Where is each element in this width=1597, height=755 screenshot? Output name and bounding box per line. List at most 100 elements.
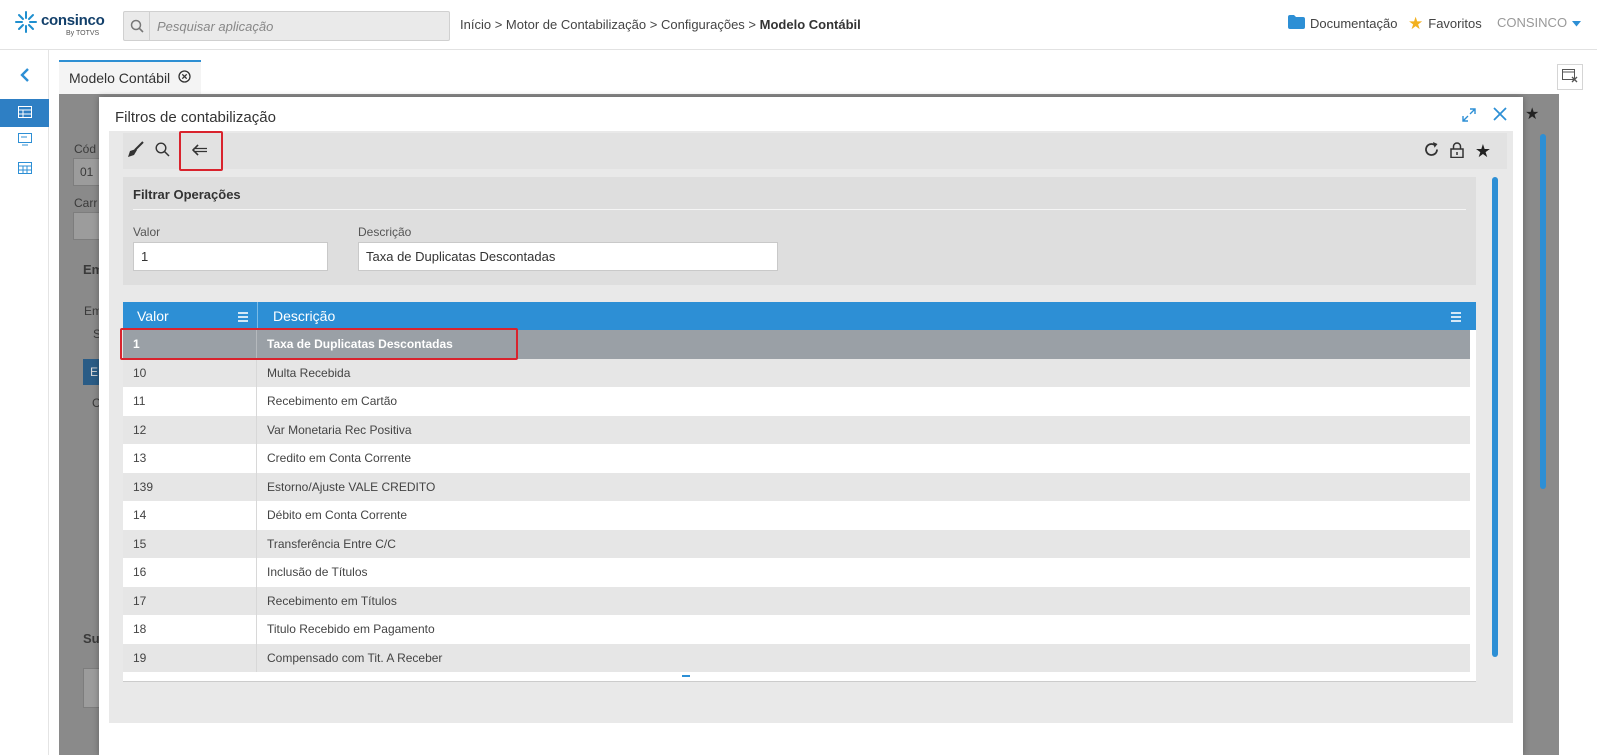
bg-label: 01: [80, 165, 94, 179]
collapse-sidebar-button[interactable]: [0, 62, 49, 90]
table-icon: [17, 105, 32, 121]
star-icon: ★: [1474, 141, 1492, 161]
horizontal-scroll-indicator[interactable]: [682, 675, 690, 677]
table-row[interactable]: 13 Credito em Conta Corrente: [123, 444, 1470, 473]
page-scrollbar[interactable]: [1540, 134, 1546, 489]
grid-icon: [17, 161, 32, 177]
bg-label: Su: [83, 631, 100, 646]
broom-icon: [127, 141, 144, 161]
breadcrumb-current: Modelo Contábil: [759, 17, 861, 32]
clear-filter-button[interactable]: [123, 139, 147, 163]
menu-icon[interactable]: [1450, 310, 1462, 322]
search-icon[interactable]: [124, 12, 150, 40]
sidebar-item-grid[interactable]: [0, 155, 49, 183]
logo-text: consinco: [41, 12, 105, 29]
expand-icon[interactable]: [1461, 107, 1477, 126]
user-menu[interactable]: CONSINCO: [1497, 15, 1582, 30]
menu-icon[interactable]: [237, 310, 249, 322]
documentation-link[interactable]: Documentação: [1288, 15, 1397, 32]
left-sidebar: [0, 50, 49, 755]
cell-descricao: Titulo Recebido em Pagamento: [267, 622, 435, 637]
sidebar-item-monitor[interactable]: [0, 127, 49, 155]
modal-scrollbar[interactable]: [1492, 177, 1498, 657]
monitor-icon: [17, 133, 32, 149]
close-circle-icon[interactable]: [178, 70, 191, 86]
table-row[interactable]: 10 Multa Recebida: [123, 358, 1470, 387]
favorite-button[interactable]: ★: [1471, 139, 1495, 163]
lock-icon: [1450, 141, 1464, 161]
favorites-link[interactable]: ★ Favoritos: [1408, 15, 1482, 32]
search-button[interactable]: [150, 139, 174, 163]
bg-star-icon: ★: [1525, 106, 1540, 123]
cell-descricao: Multa Recebida: [267, 365, 351, 380]
table-row[interactable]: 14 Débito em Conta Corrente: [123, 501, 1470, 530]
cell-valor: 19: [123, 643, 257, 672]
cell-descricao: Credito em Conta Corrente: [267, 451, 412, 466]
cell-valor: 12: [123, 415, 257, 444]
breadcrumb-separator: >: [494, 17, 503, 32]
table-row[interactable]: 11 Recebimento em Cartão: [123, 387, 1470, 416]
cell-descricao: Estorno/Ajuste VALE CREDITO: [267, 479, 436, 494]
refresh-button[interactable]: [1419, 139, 1443, 163]
highlight-back-button: [179, 131, 223, 171]
cell-valor: 17: [123, 586, 257, 615]
star-icon: ★: [1408, 14, 1424, 33]
modal-actions: [1461, 107, 1507, 126]
search-icon: [154, 142, 170, 160]
breadcrumb-item-motor[interactable]: Motor de Contabilização: [506, 17, 646, 32]
table-row[interactable]: 18 Titulo Recebido em Pagamento: [123, 615, 1470, 644]
table-row[interactable]: 12 Var Monetaria Rec Positiva: [123, 415, 1470, 444]
sidebar-item-table[interactable]: [0, 99, 49, 127]
app-search[interactable]: [123, 11, 450, 41]
lock-button[interactable]: [1445, 139, 1469, 163]
documentation-label: Documentação: [1310, 16, 1398, 31]
cell-valor: 11: [123, 387, 257, 416]
bg-label: Carr: [74, 196, 98, 210]
close-all-tabs-button[interactable]: [1557, 64, 1583, 90]
valor-label: Valor: [133, 225, 161, 239]
breadcrumb-separator: >: [748, 17, 757, 32]
table-row[interactable]: 16 Inclusão de Títulos: [123, 558, 1470, 587]
modal-title: Filtros de contabilização: [115, 109, 276, 126]
close-icon[interactable]: [1493, 107, 1507, 126]
breadcrumb: Início > Motor de Contabilização > Confi…: [460, 17, 861, 32]
top-header: consinco By TOTVS Início > Motor de Cont…: [0, 0, 1597, 50]
cell-valor: 14: [123, 501, 257, 530]
table-row[interactable]: 139 Estorno/Ajuste VALE CREDITO: [123, 472, 1470, 501]
table-row[interactable]: 17 Recebimento em Títulos: [123, 586, 1470, 615]
bg-label: Cód: [74, 142, 97, 156]
chevron-down-icon: [1572, 15, 1582, 30]
cell-descricao: Transferência Entre C/C: [267, 536, 396, 551]
filter-modal: Filtros de contabilização ★ Filtrar Oper…: [99, 97, 1523, 755]
modal-toolbar: ★: [123, 131, 1507, 171]
cell-valor: 16: [123, 558, 257, 587]
table-row[interactable]: 15 Transferência Entre C/C: [123, 529, 1470, 558]
valor-field[interactable]: [133, 242, 328, 271]
table-header: Valor Descrição: [123, 302, 1476, 330]
divider: [133, 209, 1466, 210]
table-row[interactable]: 19 Compensado com Tit. A Receber: [123, 643, 1470, 672]
cell-valor: 18: [123, 615, 257, 644]
user-name: CONSINCO: [1497, 15, 1568, 30]
breadcrumb-separator: >: [649, 17, 658, 32]
cell-descricao: Recebimento em Cartão: [267, 394, 398, 409]
filter-panel: Filtrar Operações Valor Descrição: [123, 177, 1476, 285]
descricao-field[interactable]: [358, 242, 778, 271]
highlight-selected-row: [120, 328, 518, 360]
search-input[interactable]: [151, 12, 448, 40]
cell-valor: 10: [123, 358, 257, 387]
window-close-icon: [1562, 68, 1578, 86]
tab-label: Modelo Contábil: [69, 70, 171, 86]
folder-icon: [1288, 15, 1305, 32]
logo-subtext: By TOTVS: [66, 30, 100, 37]
cell-valor: 13: [123, 444, 257, 473]
breadcrumb-item-inicio[interactable]: Início: [460, 17, 491, 32]
favorites-label: Favoritos: [1428, 16, 1482, 31]
refresh-icon: [1423, 141, 1440, 161]
breadcrumb-item-configuracoes[interactable]: Configurações: [661, 17, 745, 32]
cell-descricao: Compensado com Tit. A Receber: [267, 650, 443, 665]
tab-modelo-contabil[interactable]: Modelo Contábil: [59, 60, 201, 94]
chevron-left-icon: [19, 67, 30, 86]
cell-valor: 15: [123, 529, 257, 558]
column-header-descricao[interactable]: Descrição: [259, 302, 1259, 330]
